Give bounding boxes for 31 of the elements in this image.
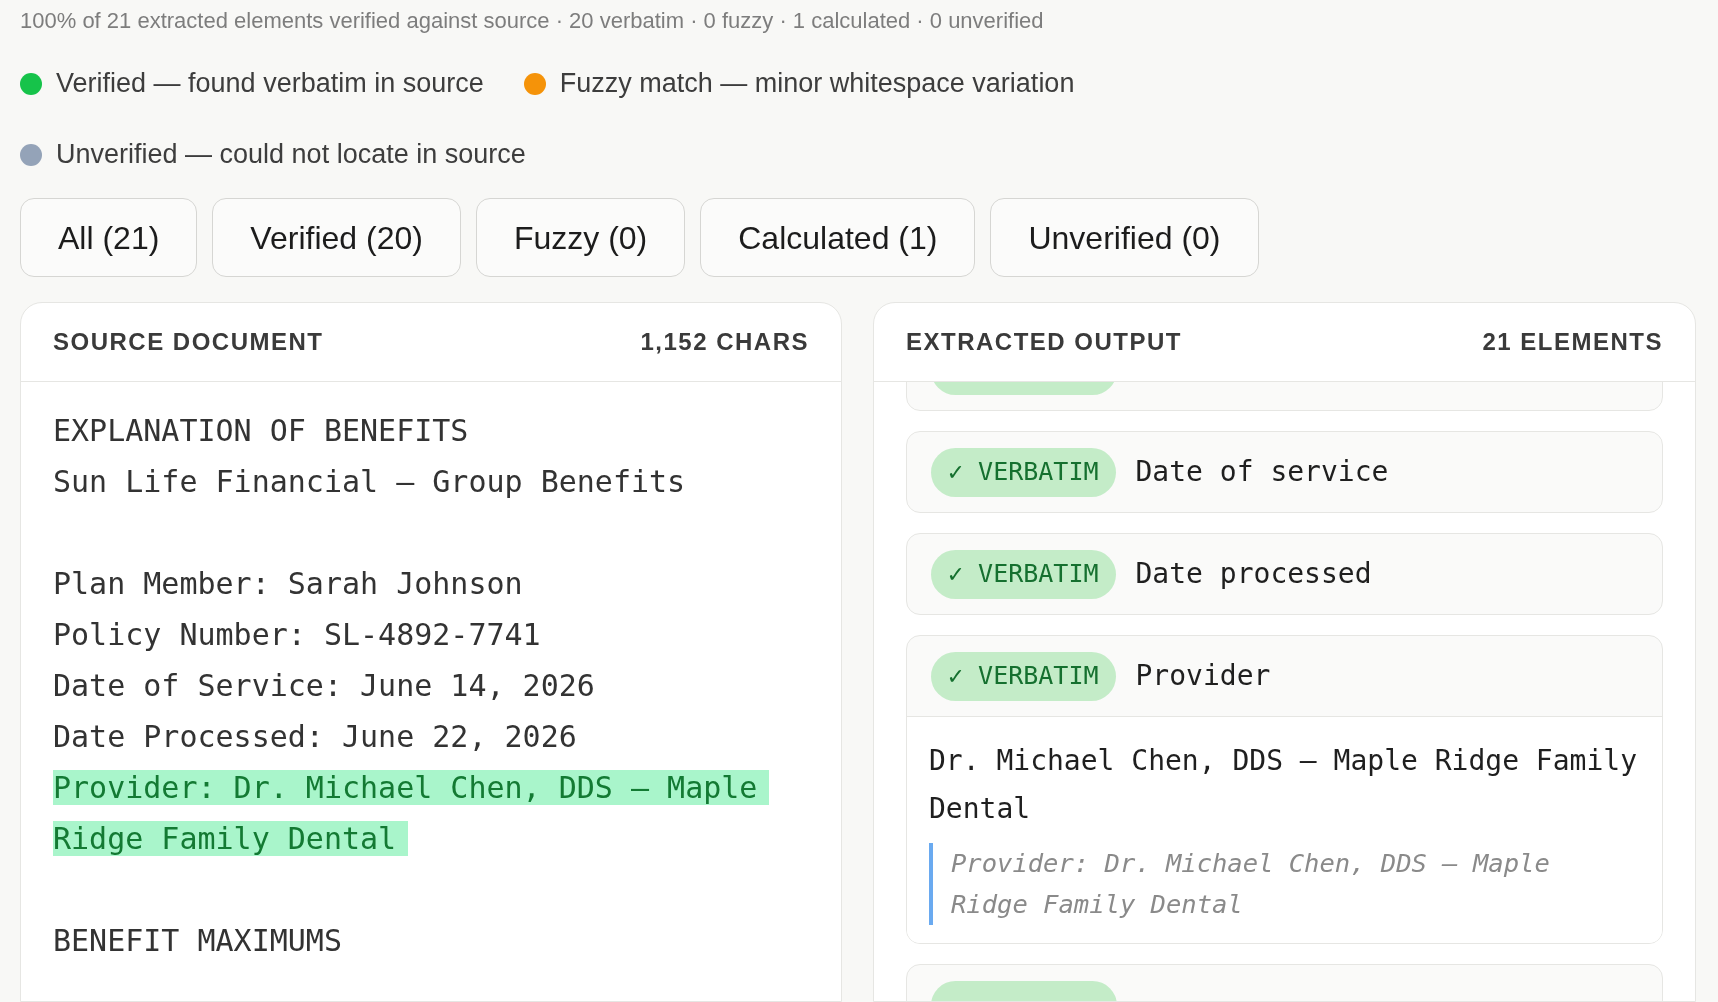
summary-text: 100% of 21 extracted elements verified against source · 20 verbatim · 0 fuzzy · 1 calculated · 0 unverified	[20, 7, 1045, 35]
source-quote: Provider: Dr. Michael Chen, DDS — Maple Ridge Family Dental	[951, 847, 1551, 921]
char-count: 1,152 CHARS	[640, 327, 809, 357]
status-badge: ✓ VERBATIM	[931, 549, 1116, 599]
filter-button[interactable]: All (21)	[20, 198, 198, 277]
legend-label: Unverified — could not locate in source	[56, 138, 526, 172]
element-label: Date of service	[1135, 454, 1389, 490]
status-badge: ✓ VERBATIM	[931, 447, 1116, 497]
element-card[interactable]: ✓ VERBATIM Provider Dr. Michael Chen, DDS — Maple Ridge Family Dental Provider: Dr. Michael Chen, DDS — Maple Ridge Family Dental	[906, 635, 1663, 944]
status-badge: ✓ VERBATIM	[931, 651, 1116, 701]
document-line: Sun Life Financial — Group Benefits	[53, 463, 687, 501]
element-label: Date processed	[1135, 556, 1372, 592]
filter-button[interactable]: Fuzzy (0)	[475, 198, 686, 277]
filter-button[interactable]: Calculated (1)	[700, 198, 976, 277]
filter-button[interactable]: Verified (20)	[212, 198, 461, 277]
element-card[interactable]: ✓ VERBATIM Date processed	[906, 533, 1663, 615]
document-line: Policy Number: SL-4892-7741	[53, 616, 542, 654]
document-line: Date of Service: June 14, 2026	[53, 667, 596, 705]
legend-label: Verified — found verbatim in source	[56, 67, 484, 101]
panel-title: EXTRACTED OUTPUT	[906, 327, 1182, 357]
element-card[interactable]: ✓ VERBATIM Date of service	[906, 431, 1663, 513]
legend-label: Fuzzy match — minor whitespace variation	[559, 67, 1075, 101]
element-count: 21 ELEMENTS	[1482, 327, 1663, 357]
element-label: Provider	[1135, 658, 1271, 694]
panel-title: SOURCE DOCUMENT	[53, 327, 324, 357]
document-line: Plan Member: Sarah Johnson	[53, 565, 524, 603]
document-line: EXPLANATION OF BENEFITS	[53, 412, 470, 450]
extracted-value: Dr. Michael Chen, DDS — Maple Ridge Family Dental	[929, 743, 1638, 827]
document-line: BENEFIT MAXIMUMS	[53, 922, 343, 960]
filter-button[interactable]: Unverified (0)	[990, 198, 1259, 277]
document-line: Date Processed: June 22, 2026	[53, 718, 578, 756]
